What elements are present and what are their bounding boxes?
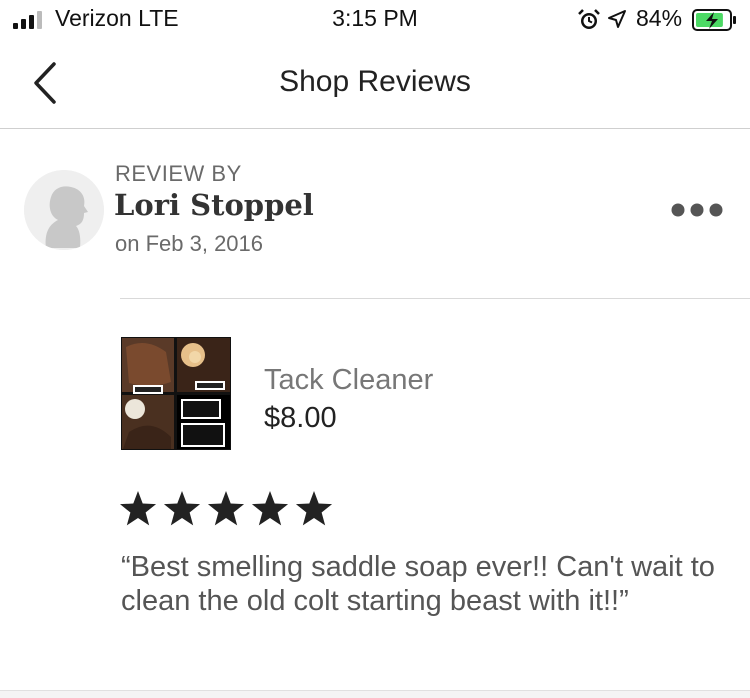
reviewer-name[interactable]: Lori Stoppel xyxy=(114,188,314,222)
star-icon xyxy=(295,491,333,526)
product-name[interactable]: Tack Cleaner xyxy=(264,364,433,397)
star-icon xyxy=(207,491,245,526)
review-by-label: REVIEW BY xyxy=(115,161,242,186)
star-icon xyxy=(251,491,289,526)
review-date: on Feb 3, 2016 xyxy=(115,231,264,256)
user-silhouette-icon xyxy=(24,170,104,250)
product-thumbnail[interactable] xyxy=(121,337,231,450)
more-horizontal-icon[interactable] xyxy=(670,202,724,218)
status-bar: Verizon LTE 3:15 PM 84% xyxy=(0,0,750,40)
star-rating xyxy=(120,491,333,526)
battery-charging-icon xyxy=(692,9,736,31)
battery-percent: 84% xyxy=(636,5,683,31)
avatar[interactable] xyxy=(24,170,104,250)
review-text: “Best smelling saddle soap ever!! Can't … xyxy=(121,551,715,617)
divider xyxy=(120,298,750,299)
alarm-icon xyxy=(578,9,600,29)
location-arrow-icon xyxy=(608,10,626,28)
product-price: $8.00 xyxy=(264,402,337,434)
product-collage-image xyxy=(121,337,231,450)
page-title: Shop Reviews xyxy=(279,65,471,98)
star-icon xyxy=(120,491,157,526)
star-icon xyxy=(163,491,201,526)
nav-header: Shop Reviews xyxy=(0,40,750,129)
